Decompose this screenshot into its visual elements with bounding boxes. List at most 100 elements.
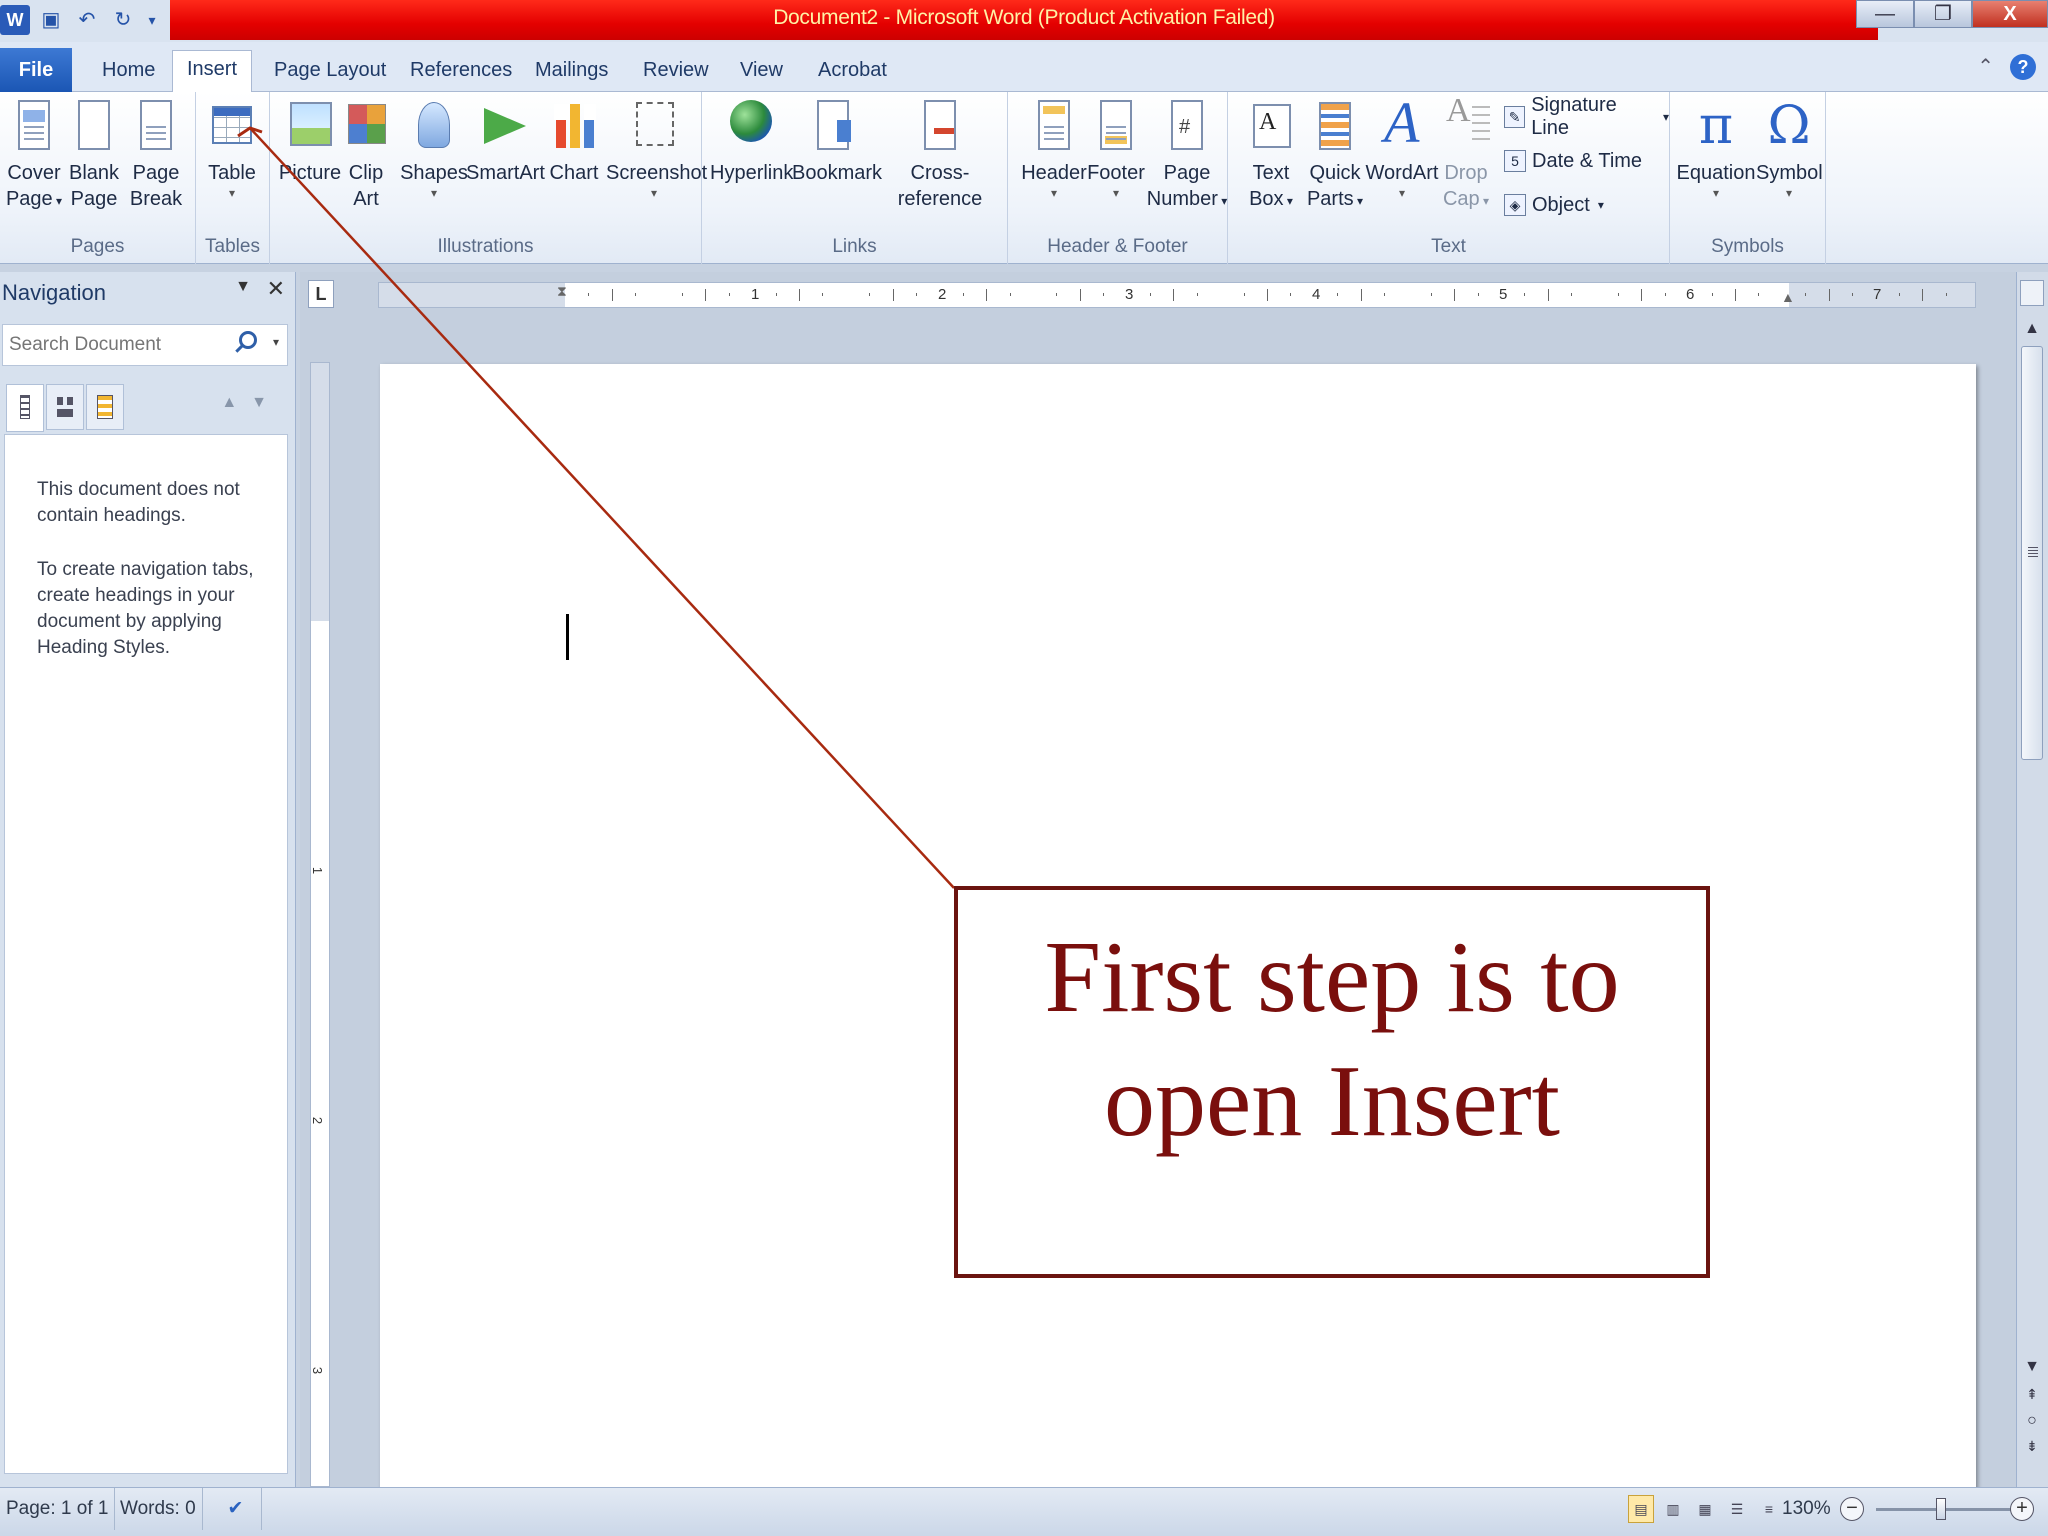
next-page-icon[interactable]: ⇟ (2017, 1438, 2047, 1455)
ruler-tick (1547, 289, 1549, 301)
tab-insert[interactable]: Insert (172, 50, 253, 92)
page-break-icon (140, 100, 172, 150)
page-count[interactable]: Page: 1 of 1 (0, 1488, 116, 1530)
tab-page-layout[interactable]: Page Layout (274, 52, 386, 88)
tab-mailings[interactable]: Mailings (535, 52, 608, 88)
zoom-slider-thumb[interactable] (1936, 1498, 1946, 1520)
indent-marker-icon[interactable]: ⧗ (557, 283, 567, 300)
picture-button[interactable]: Picture (276, 98, 344, 186)
draft-icon[interactable]: ≡ (1756, 1495, 1782, 1523)
hyperlink-button[interactable]: Hyperlink (710, 98, 793, 186)
scroll-up-icon[interactable]: ▲ (2017, 320, 2047, 338)
redo-icon[interactable]: ↻ (108, 5, 138, 35)
footer-button[interactable]: Footer ▾ (1082, 98, 1150, 200)
shapes-button[interactable]: Shapes ▾ (400, 98, 468, 200)
clip-art-button[interactable]: Clip Art (336, 98, 396, 212)
browse-object-icon[interactable]: ○ (2017, 1412, 2047, 1430)
zoom-level[interactable]: 130% (1782, 1488, 1831, 1530)
text-box-button[interactable]: A Text Box ▾ (1240, 98, 1302, 214)
drop-cap-button[interactable]: A Drop Cap ▾ (1438, 94, 1494, 214)
ruler-tick (1711, 293, 1713, 296)
ruler-tick (728, 293, 730, 296)
save-icon[interactable]: ▣ (36, 5, 66, 35)
tab-results-view[interactable] (86, 384, 124, 430)
tab-acrobat[interactable]: Acrobat (818, 52, 887, 88)
search-icon[interactable] (239, 331, 257, 349)
horizontal-ruler[interactable]: 1 2 3 4 5 6 7 ⧗ ▲ (378, 282, 1976, 308)
table-label: Table (208, 162, 256, 184)
previous-page-icon[interactable]: ⇞ (2017, 1386, 2047, 1403)
header-button[interactable]: Header ▾ (1020, 98, 1088, 200)
table-button[interactable]: Table ▾ (198, 98, 266, 200)
page-number-button[interactable]: Page Number ▾ (1146, 98, 1228, 214)
cross-reference-icon (924, 100, 956, 150)
results-view-icon (97, 395, 113, 419)
zoom-out-icon[interactable]: − (1840, 1497, 1864, 1521)
full-screen-reading-icon[interactable]: ▥ (1660, 1495, 1686, 1523)
customize-icon[interactable]: ▾ (144, 5, 160, 35)
right-indent-icon[interactable]: ▲ (1781, 289, 1795, 305)
next-heading-icon[interactable]: ▼ (251, 394, 281, 411)
view-ruler-button[interactable] (2020, 280, 2044, 306)
quick-parts-button[interactable]: Quick Parts ▾ (1304, 98, 1366, 214)
date-time-button[interactable]: 5 Date & Time (1504, 144, 1642, 178)
web-layout-icon[interactable]: ▦ (1692, 1495, 1718, 1523)
previous-heading-icon[interactable]: ▲ (221, 394, 251, 411)
group-label-tables: Tables (205, 236, 260, 257)
zoom-slider[interactable] (1876, 1508, 2018, 1511)
tab-view[interactable]: View (740, 52, 783, 88)
tab-file[interactable]: File (0, 48, 72, 92)
cross-reference-button[interactable]: Cross-reference (878, 98, 1002, 212)
cover-page-button[interactable]: Cover Page ▾ (0, 98, 68, 214)
vertical-scrollbar[interactable]: ▲ ▼ ⇞ ○ ⇟ (2016, 272, 2048, 1487)
navigation-options-icon[interactable]: ▼ (235, 278, 251, 296)
tab-headings-view[interactable] (6, 384, 44, 432)
proofing-icon[interactable]: ✔ (210, 1488, 262, 1530)
scroll-down-icon[interactable]: ▼ (2017, 1358, 2047, 1376)
ruler-tick (1852, 293, 1853, 296)
status-bar: Page: 1 of 1 Words: 0 ✔ ▤ ▥ ▦ ☰ ≡ 130% −… (0, 1487, 2048, 1536)
signature-line-button[interactable]: ✎ Signature Line ▾ (1504, 94, 1669, 139)
undo-icon[interactable]: ↶ (72, 5, 102, 35)
minimize-ribbon-icon[interactable]: ⌃ (1977, 54, 1994, 80)
minimize-button[interactable]: — (1856, 0, 1914, 28)
ruler-tick (799, 289, 800, 301)
outline-icon[interactable]: ☰ (1724, 1495, 1750, 1523)
print-layout-icon[interactable]: ▤ (1628, 1495, 1654, 1523)
wordart-button[interactable]: A WordArt ▾ (1364, 94, 1440, 201)
chart-button[interactable]: Chart (542, 98, 606, 186)
search-dropdown-icon[interactable]: ▾ (273, 335, 279, 349)
page-break-button[interactable]: Page Break (122, 98, 190, 212)
vertical-ruler[interactable]: 1 2 3 (310, 362, 330, 1487)
smartart-button[interactable]: SmartArt (466, 98, 545, 186)
shapes-label: Shapes (400, 162, 468, 184)
object-button[interactable]: ◈ Object ▾ (1504, 188, 1604, 222)
word-logo-icon[interactable]: W (0, 5, 30, 35)
word-count[interactable]: Words: 0 (114, 1488, 203, 1530)
wordart-dropdown-icon: ▾ (1398, 186, 1406, 200)
screenshot-button[interactable]: Screenshot ▾ (606, 98, 707, 200)
tab-pages-view[interactable] (46, 384, 84, 430)
tab-references[interactable]: References (410, 52, 512, 88)
blank-page-button[interactable]: Blank Page (60, 98, 128, 212)
tab-home[interactable]: Home (102, 52, 155, 88)
symbol-button[interactable]: Ω Symbol ▾ (1756, 96, 1823, 200)
tab-review[interactable]: Review (643, 52, 709, 88)
search-input[interactable] (3, 325, 233, 365)
tab-selector-button[interactable]: L (308, 280, 334, 308)
close-button[interactable]: X (1972, 0, 2048, 28)
cover-page-label-2: Page ▾ (5, 188, 63, 210)
ruler-tick (611, 289, 613, 301)
object-icon: ◈ (1504, 194, 1526, 216)
bookmark-button[interactable]: Bookmark (792, 98, 882, 186)
zoom-in-icon[interactable]: + (2010, 1497, 2034, 1521)
symbol-label: Symbol (1756, 162, 1823, 184)
scroll-thumb[interactable] (2021, 346, 2043, 760)
omega-icon: Ω (1767, 96, 1811, 156)
help-icon[interactable]: ? (2010, 54, 2036, 80)
navigation-close-icon[interactable]: ✕ (267, 276, 285, 302)
text-box-label-2: Box ▾ (1249, 188, 1293, 210)
equation-button[interactable]: π Equation ▾ (1676, 98, 1756, 200)
restore-button[interactable]: ❐ (1914, 0, 1972, 28)
group-symbols: π Equation ▾ Ω Symbol ▾ Symbols (1670, 92, 1826, 264)
